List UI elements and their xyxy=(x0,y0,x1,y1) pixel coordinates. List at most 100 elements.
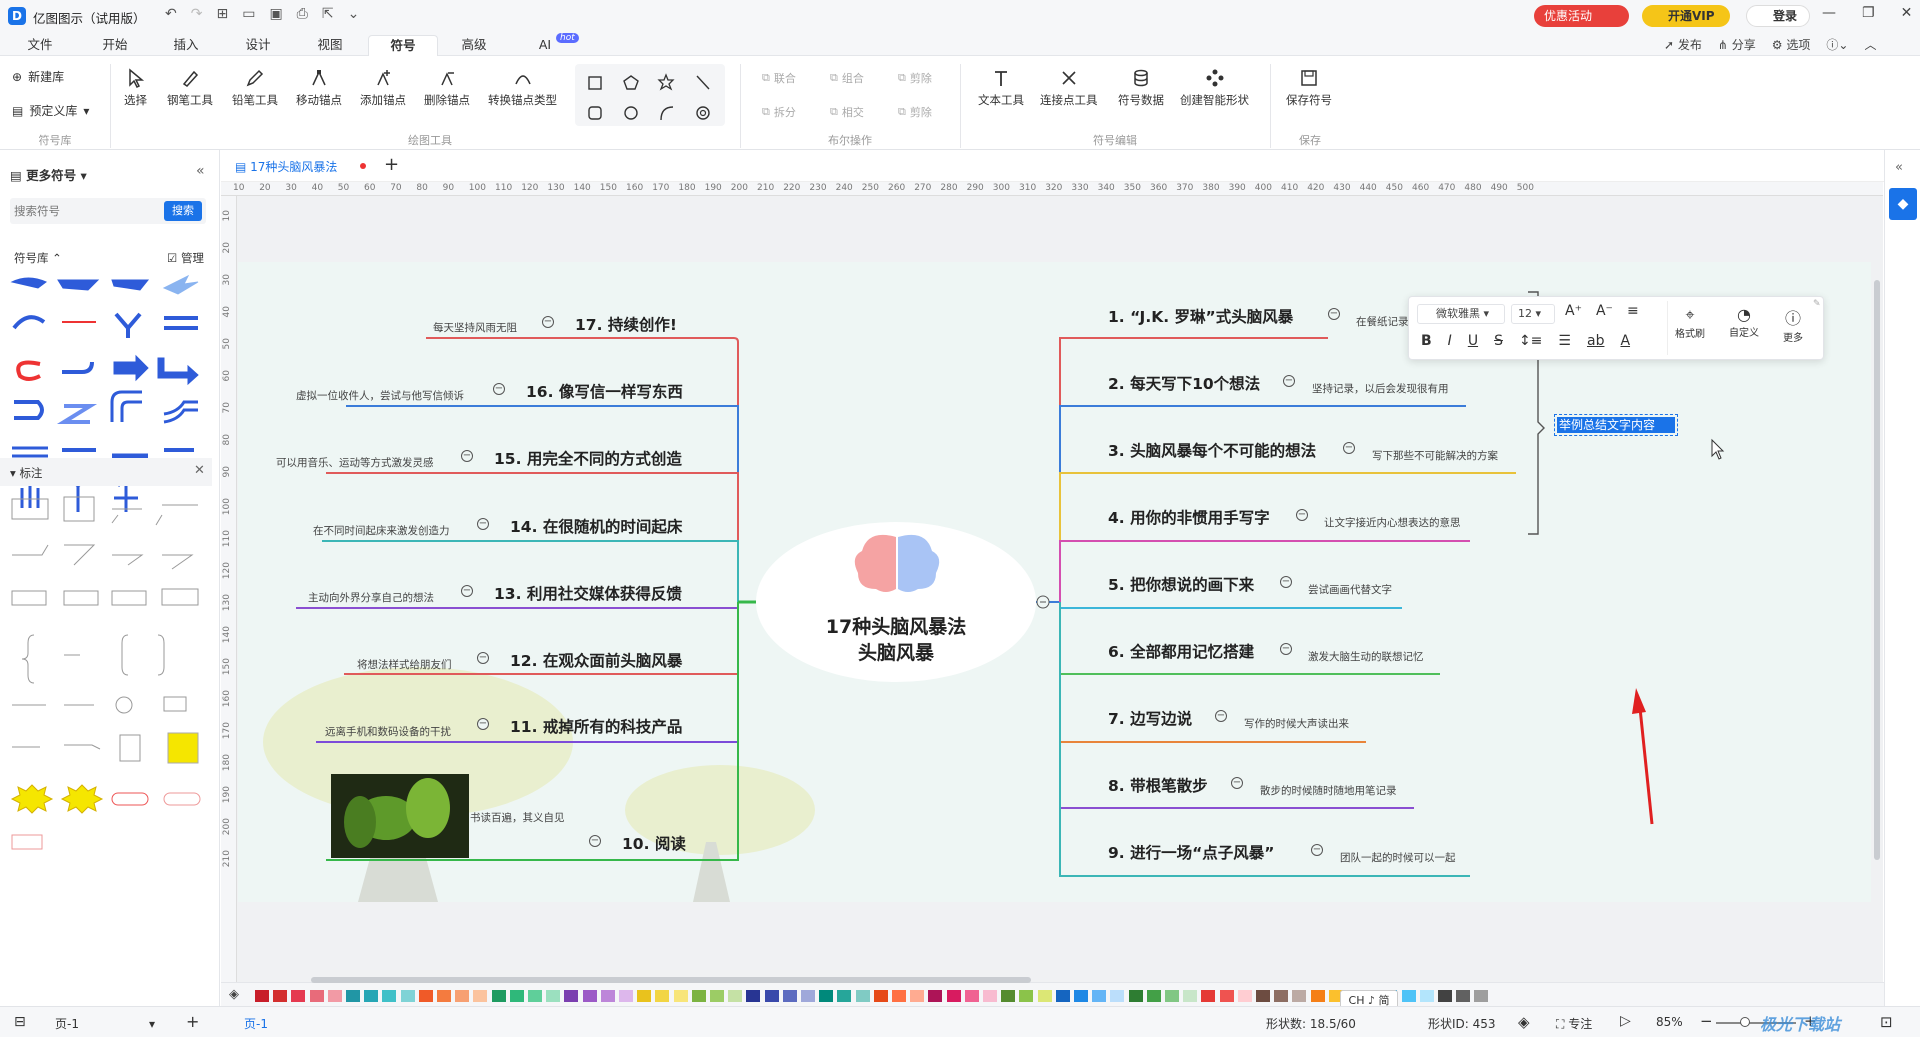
text-tool-button[interactable]: 文本工具 xyxy=(978,68,1024,108)
topic-2-collapse-icon[interactable]: − xyxy=(1283,375,1295,387)
vip-button[interactable]: 开通VIP xyxy=(1642,5,1730,27)
color-swatch[interactable] xyxy=(455,990,470,1002)
sticky-note[interactable] xyxy=(167,732,199,764)
custom-button[interactable]: ◔ 自定义 xyxy=(1729,305,1759,339)
symbol-zigzag-arrow[interactable] xyxy=(56,404,98,424)
color-swatch[interactable] xyxy=(1292,990,1307,1002)
red-tag-2[interactable] xyxy=(163,792,201,806)
color-swatch[interactable] xyxy=(273,990,288,1002)
topic-7-collapse-icon[interactable]: − xyxy=(1215,710,1227,722)
color-swatch[interactable] xyxy=(346,990,360,1002)
callout-5[interactable] xyxy=(12,544,49,556)
help-icon[interactable]: ⓘ⌄ xyxy=(1826,36,1848,53)
zoom-slider-handle[interactable] xyxy=(1740,1017,1750,1027)
color-swatch[interactable] xyxy=(619,990,633,1002)
tab-file[interactable]: 文件 xyxy=(20,35,60,56)
bullet-list-icon[interactable]: ☰ xyxy=(1558,333,1571,349)
split-button[interactable]: ⧉ 拆分 xyxy=(762,104,796,120)
symbol-curved-arrow-3[interactable] xyxy=(111,279,150,291)
fit-page-icon[interactable]: ⊡ xyxy=(1880,1013,1893,1031)
color-swatch[interactable] xyxy=(418,990,433,1002)
color-swatch[interactable] xyxy=(1256,990,1270,1002)
color-swatch[interactable] xyxy=(1310,990,1325,1002)
central-topic[interactable]: 17种头脑风暴法 头脑风暴 xyxy=(820,614,972,666)
callout-2[interactable] xyxy=(63,496,95,522)
color-swatch[interactable] xyxy=(1128,990,1143,1002)
symbol-curved-arrow-2[interactable] xyxy=(57,279,100,291)
layers-icon[interactable]: ◈ xyxy=(1518,1013,1530,1031)
summary-text[interactable]: 举例总结文字内容 xyxy=(1557,417,1675,433)
login-button[interactable]: 登录 xyxy=(1746,5,1810,27)
color-swatch[interactable] xyxy=(1401,990,1416,1002)
rounded-rect-shape-icon[interactable] xyxy=(588,106,602,120)
open-folder-icon[interactable]: ▭ xyxy=(242,6,255,22)
tab-design[interactable]: 设计 xyxy=(238,35,278,56)
annotation-box[interactable] xyxy=(163,696,187,712)
font-family-select[interactable]: 微软雅黑 ▾ xyxy=(1417,304,1505,324)
burst-2[interactable] xyxy=(60,784,104,814)
symbol-curved-arrow-1[interactable] xyxy=(10,277,47,289)
color-swatch[interactable] xyxy=(873,990,888,1002)
customize-quick-access-icon[interactable]: ⌄ xyxy=(348,6,360,22)
highlight-icon[interactable]: ab xyxy=(1587,333,1604,349)
color-swatch[interactable] xyxy=(1474,990,1489,1002)
symbol-bend-arrow[interactable] xyxy=(62,361,94,374)
vertical-scrollbar[interactable] xyxy=(1874,280,1880,860)
topic-13[interactable]: 13. 利用社交媒体获得反馈 xyxy=(494,582,682,604)
symbol-search-input[interactable] xyxy=(14,201,164,221)
topic-12-note[interactable]: 将想法样式给朋友们 xyxy=(357,657,452,672)
style-panel-icon[interactable]: ◆ xyxy=(1889,188,1917,220)
color-swatch[interactable] xyxy=(655,990,670,1002)
increase-font-icon[interactable]: A⁺ xyxy=(1565,303,1582,319)
play-icon[interactable]: ▷ xyxy=(1620,1013,1631,1029)
topic-6[interactable]: 6. 全部都用记忆搭建 xyxy=(1108,640,1254,662)
page-layout-icon[interactable]: ⊟ xyxy=(14,1014,26,1030)
callout-7[interactable] xyxy=(112,554,144,566)
color-swatch[interactable] xyxy=(564,990,579,1002)
color-swatch[interactable] xyxy=(491,990,506,1002)
smart-shape-button[interactable]: 创建智能形状 xyxy=(1180,68,1249,108)
left-brace[interactable] xyxy=(21,634,35,684)
predefined-library-button[interactable]: ▤ 预定义库 ▾ xyxy=(12,102,89,119)
share-button[interactable]: ⋔ 分享 xyxy=(1718,36,1756,53)
color-swatch[interactable] xyxy=(910,990,925,1002)
topic-7-note[interactable]: 写作的时候大声读出来 xyxy=(1244,716,1349,731)
color-swatch[interactable] xyxy=(964,990,979,1002)
color-swatch[interactable] xyxy=(819,990,834,1002)
topic-3[interactable]: 3. 头脑风暴每个不可能的想法 xyxy=(1108,439,1316,461)
symbol-merge-arrow[interactable] xyxy=(114,312,142,338)
color-swatch[interactable] xyxy=(1165,990,1179,1002)
topic-3-collapse-icon[interactable]: − xyxy=(1343,442,1355,454)
color-swatch[interactable] xyxy=(637,990,652,1002)
minimize-icon[interactable]: — xyxy=(1822,5,1836,21)
close-icon[interactable]: ✕ xyxy=(1901,5,1913,21)
callout-12[interactable] xyxy=(161,588,199,606)
symbol-cycle-arrow[interactable] xyxy=(12,315,46,330)
color-swatch[interactable] xyxy=(1146,990,1161,1002)
topic-12[interactable]: 12. 在观众面前头脑风暴 xyxy=(510,649,682,671)
color-swatch[interactable] xyxy=(1001,990,1016,1002)
color-swatch[interactable] xyxy=(1419,990,1434,1002)
color-swatch[interactable] xyxy=(582,990,597,1002)
annotation-note[interactable] xyxy=(119,734,141,762)
add-page-icon[interactable]: + xyxy=(186,1012,199,1031)
promo-button[interactable]: 优惠活动 xyxy=(1534,5,1629,27)
symbol-block-arrow[interactable] xyxy=(113,354,149,382)
topic-13-note[interactable]: 主动向外界分享自己的想法 xyxy=(308,590,434,605)
symbol-split-arrow[interactable] xyxy=(110,390,142,422)
fill-bucket-icon[interactable]: ◈ xyxy=(229,987,239,1002)
union-button[interactable]: ⧉ 联合 xyxy=(762,70,796,86)
collapse-ribbon-icon[interactable]: ︿ xyxy=(1864,36,1876,53)
line-shape-icon[interactable] xyxy=(696,75,710,90)
topic-17-collapse-icon[interactable]: − xyxy=(542,316,554,328)
color-swatch[interactable] xyxy=(1074,990,1088,1002)
align-icon[interactable]: ≡ xyxy=(1627,303,1639,319)
topic-10-note[interactable]: 书读百遍，其义自见 xyxy=(470,810,565,825)
tab-home[interactable]: 开始 xyxy=(95,35,135,56)
color-swatch[interactable] xyxy=(1219,990,1234,1002)
topic-9-note[interactable]: 团队一起的时候可以一起 xyxy=(1340,850,1456,865)
strikethrough-icon[interactable]: S xyxy=(1494,333,1503,349)
topic-6-note[interactable]: 激发大脑生动的联想记忆 xyxy=(1308,649,1424,664)
publish-button[interactable]: ➚ 发布 xyxy=(1664,36,1702,53)
color-swatch[interactable] xyxy=(1237,990,1252,1002)
